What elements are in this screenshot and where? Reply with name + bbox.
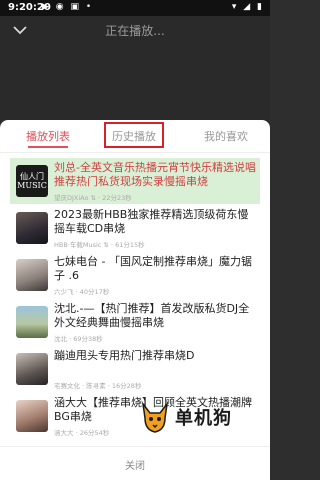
track-meta: 宅赛文化 · 陈寻素 · 16分28秒 bbox=[54, 382, 142, 390]
highlight-annotation-box bbox=[104, 122, 164, 148]
track-meta: 沈北 · 69分38秒 bbox=[54, 335, 103, 343]
tab-playlist[interactable]: 播放列表 bbox=[18, 128, 78, 144]
cover-thumbnail bbox=[16, 400, 48, 432]
watermark-text: 单机狗 bbox=[175, 408, 232, 429]
watermark: 单机狗 bbox=[137, 398, 267, 438]
track-meta: HBB·车载Music ⇅ · 61分15秒 bbox=[54, 241, 145, 249]
track-title: 七妹电台 - 「国风定制推荐串烧」魔力锯子 .6 bbox=[54, 255, 252, 282]
track-meta: 六少飞 · 40分17秒 bbox=[54, 288, 110, 296]
track-meta: 望庆DJXiAo ⇅ · 22分23秒 bbox=[54, 194, 132, 202]
playlist-item[interactable]: 沈北.-—【热门推荐】首发改版私货DJ全外文经典舞曲慢摇串烧沈北 · 69分38… bbox=[10, 299, 260, 345]
now-playing-label: 正在播放... bbox=[105, 24, 165, 38]
cover-thumbnail: 仙人门 MUSIC bbox=[16, 165, 48, 197]
playlist-item[interactable]: 七妹电台 - 「国风定制推荐串烧」魔力锯子 .6 六少飞 · 40分17秒 bbox=[10, 252, 260, 298]
divider bbox=[0, 152, 270, 153]
track-title: 2023最新HBB独家推荐精选顶级荷东慢摇车载CD串烧 bbox=[54, 208, 249, 235]
active-tab-indicator bbox=[28, 146, 68, 148]
cover-logo-text: 仙人门 MUSIC bbox=[17, 172, 47, 190]
cover-thumbnail bbox=[16, 259, 48, 291]
track-title: 蹦迪甩头专用热门推荐串烧D bbox=[54, 349, 195, 362]
tab-favorites[interactable]: 我的喜欢 bbox=[196, 128, 256, 144]
cover-thumbnail bbox=[16, 353, 48, 385]
track-title: 沈北.-—【热门推荐】首发改版私货DJ全外文经典舞曲慢摇串烧 bbox=[54, 302, 250, 329]
playlist-item[interactable]: 蹦迪甩头专用热门推荐串烧D 宅赛文化 · 陈寻素 · 16分28秒 bbox=[10, 346, 260, 392]
cover-thumbnail bbox=[16, 212, 48, 244]
playlist-item[interactable]: 2023最新HBB独家推荐精选顶级荷东慢摇车载CD串烧 HBB·车载Music ⇅… bbox=[10, 205, 260, 251]
notification-icons: ▶ ◉ ▣ • bbox=[42, 2, 94, 12]
system-status-icons: ▾ ◢ ▮ bbox=[231, 2, 264, 12]
playlist-item[interactable]: 仙人门 MUSIC 刘总-全英文音乐热播元宵节快乐精选说唱推荐热门私货现场实录慢摇串… bbox=[10, 158, 260, 204]
close-button[interactable]: 关闭 bbox=[0, 457, 270, 472]
dog-logo-icon bbox=[141, 401, 169, 433]
sheet-footer: 关闭 bbox=[0, 446, 270, 480]
playlist-sheet: 播放列表 历史播放 我的喜欢 仙人门 MUSIC 刘总-全英文音乐热播元宵节快乐精选… bbox=[0, 120, 270, 480]
status-bar: 9:20:20 ▶ ◉ ▣ • ▾ ◢ ▮ bbox=[0, 0, 270, 16]
track-title: 刘总-全英文音乐热播元宵节快乐精选说唱推荐热门私货现场实录慢摇串烧 bbox=[54, 161, 256, 188]
cover-thumbnail bbox=[16, 306, 48, 338]
player-header: 正在播放... bbox=[0, 16, 270, 120]
tab-bar: 播放列表 历史播放 我的喜欢 bbox=[0, 120, 270, 152]
